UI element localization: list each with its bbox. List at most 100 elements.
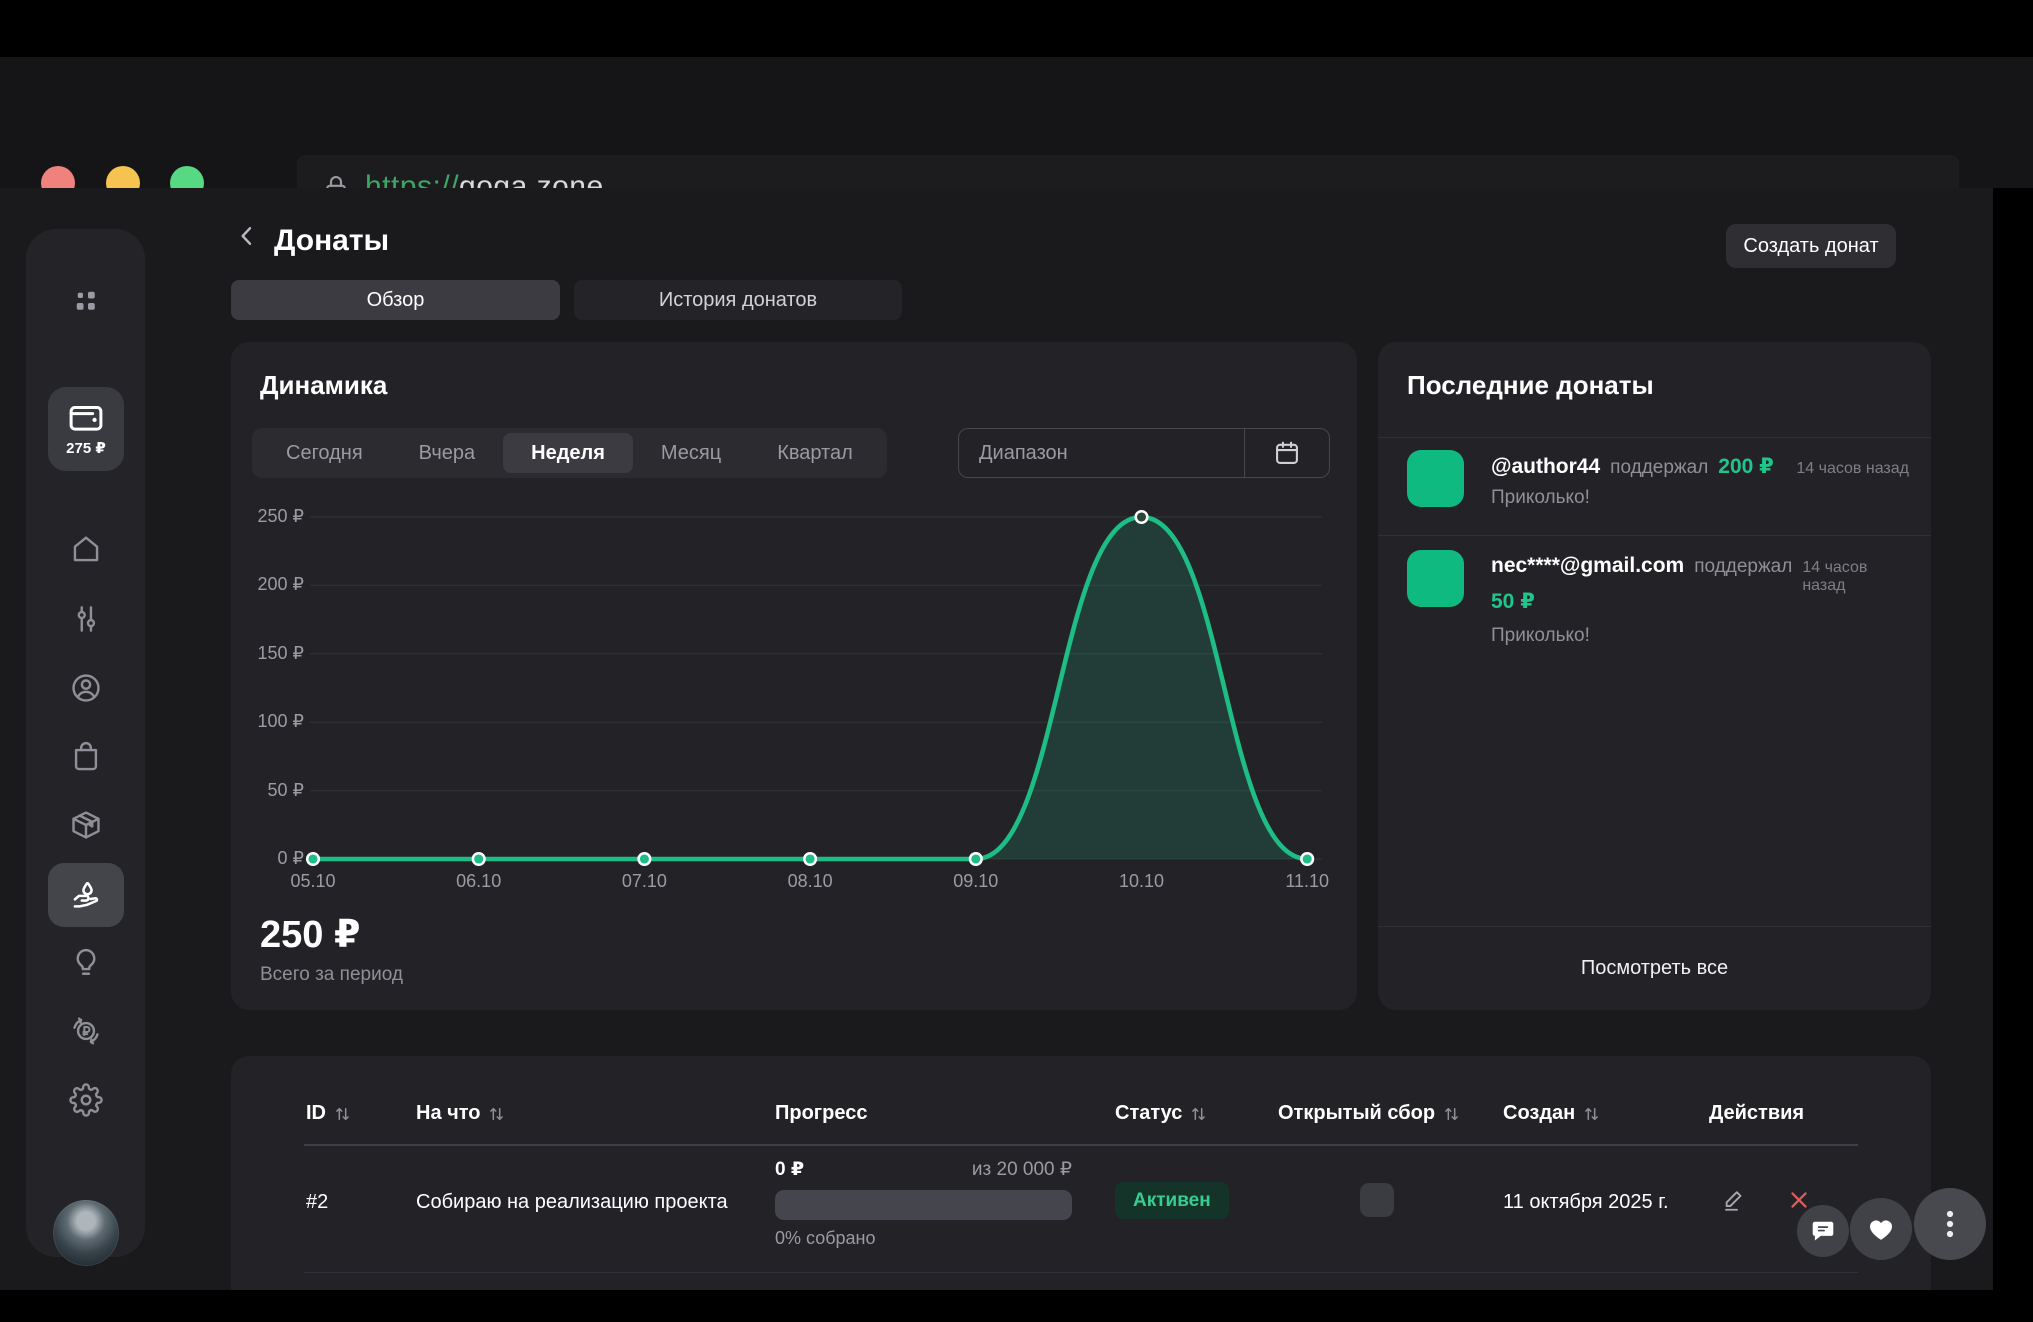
period-total: 250 ₽ <box>260 912 360 957</box>
sidebar-item-settings[interactable] <box>26 1080 145 1120</box>
sidebar-item-filters[interactable] <box>26 599 145 639</box>
sidebar-item-profile[interactable] <box>26 668 145 708</box>
sidebar-item-wallet[interactable]: 275 ₽ <box>48 387 124 471</box>
period-yesterday[interactable]: Вчера <box>391 433 503 473</box>
donations-table-card: ID На что Прогресс Статус Открытый сбор … <box>231 1056 1931 1290</box>
period-quarter[interactable]: Квартал <box>749 433 881 473</box>
filters-icon <box>69 602 103 636</box>
chart-plot: 05.1006.1007.1008.1009.1010.1011.10 <box>270 500 1350 900</box>
sort-icon <box>488 1105 505 1123</box>
sidebar-item-home[interactable] <box>26 529 145 569</box>
sidebar-item-donations[interactable] <box>48 863 124 927</box>
sidebar-item-products[interactable] <box>26 805 145 845</box>
divider <box>1378 437 1931 438</box>
dynamics-card: Динамика Сегодня Вчера Неделя Месяц Квар… <box>231 342 1357 1010</box>
chat-fab-button[interactable] <box>1797 1205 1849 1257</box>
tab-history[interactable]: История донатов <box>574 280 902 320</box>
chart-data-point <box>307 853 319 865</box>
date-range-input[interactable]: Диапазон <box>958 428 1330 478</box>
package-icon <box>69 808 103 842</box>
row-divider <box>304 1272 1858 1273</box>
donor-name: @author44 <box>1491 455 1600 479</box>
status-badge: Активен <box>1115 1182 1229 1219</box>
column-label: Статус <box>1115 1102 1182 1125</box>
sort-icon <box>1583 1105 1600 1123</box>
x-tick-label: 10.10 <box>1097 871 1187 892</box>
cell-purpose: Собираю на реализацию проекта <box>416 1191 728 1214</box>
home-icon <box>69 532 103 566</box>
app-window: 275 ₽ <box>0 188 1993 1290</box>
back-button[interactable] <box>234 216 268 256</box>
profile-icon <box>69 671 103 705</box>
open-collection-checkbox[interactable] <box>1360 1183 1394 1217</box>
period-segmented-control: Сегодня Вчера Неделя Месяц Квартал <box>252 428 887 478</box>
donor-avatar <box>1407 550 1464 607</box>
column-header-id[interactable]: ID <box>306 1102 351 1125</box>
donation-action: поддержал <box>1610 457 1708 479</box>
heart-icon <box>1866 1214 1896 1244</box>
chart-data-point <box>804 853 816 865</box>
progress-target: из 20 000 ₽ <box>972 1158 1072 1181</box>
user-avatar[interactable] <box>53 1200 119 1266</box>
tab-overview[interactable]: Обзор <box>231 280 560 320</box>
page-title: Донаты <box>274 224 389 258</box>
donation-action: поддержал <box>1694 556 1792 578</box>
dynamics-chart-svg <box>270 500 1350 900</box>
column-header-status[interactable]: Статус <box>1115 1102 1207 1125</box>
cell-id: #2 <box>306 1191 328 1214</box>
period-week[interactable]: Неделя <box>503 433 633 473</box>
kebab-menu-icon <box>1932 1206 1968 1242</box>
page: https://goga.zone 275 ₽ <box>0 0 2033 1322</box>
donations-icon <box>68 877 104 913</box>
calendar-icon <box>1273 439 1301 467</box>
sort-icon <box>334 1105 351 1123</box>
column-header-created[interactable]: Создан <box>1503 1102 1600 1125</box>
column-label: Прогресс <box>775 1102 867 1125</box>
lightbulb-icon <box>69 945 103 979</box>
period-month[interactable]: Месяц <box>633 433 749 473</box>
create-donation-button[interactable]: Создать донат <box>1726 224 1896 268</box>
sidebar: 275 ₽ <box>26 229 145 1257</box>
chart-data-point <box>473 853 485 865</box>
donation-amount: 50 ₽ <box>1491 589 1535 614</box>
period-today[interactable]: Сегодня <box>258 433 391 473</box>
sidebar-item-ideas[interactable] <box>26 942 145 982</box>
x-tick-label: 11.10 <box>1262 871 1352 892</box>
chart-data-point <box>1136 511 1148 523</box>
browser-chrome: https://goga.zone <box>0 57 2033 188</box>
dynamics-title: Динамика <box>260 370 387 401</box>
donation-time: 14 часов назад <box>1796 460 1909 478</box>
cell-created: 11 октября 2025 г. <box>1503 1191 1669 1214</box>
view-all-button[interactable]: Посмотреть все <box>1378 926 1931 1010</box>
progress-current: 0 ₽ <box>775 1158 804 1181</box>
more-menu-fab-button[interactable] <box>1914 1188 1986 1260</box>
column-label: Создан <box>1503 1102 1575 1125</box>
ruble-exchange-icon <box>69 1014 103 1048</box>
chevron-left-icon <box>234 221 260 251</box>
column-label: На что <box>416 1102 480 1125</box>
sidebar-item-payouts[interactable] <box>26 1011 145 1051</box>
x-tick-label: 09.10 <box>931 871 1021 892</box>
table-header-divider <box>304 1144 1858 1146</box>
recent-donations-card: Последние донаты @author44 поддержал 200… <box>1378 342 1931 1010</box>
column-header-open-collection[interactable]: Открытый сбор <box>1278 1102 1460 1125</box>
date-range-placeholder: Диапазон <box>979 442 1244 465</box>
like-fab-button[interactable] <box>1850 1198 1912 1260</box>
donation-amount: 200 ₽ <box>1718 454 1773 479</box>
chart-data-point <box>639 853 651 865</box>
divider <box>1378 535 1931 536</box>
sidebar-item-shop[interactable] <box>26 736 145 776</box>
recent-title: Последние донаты <box>1407 370 1654 401</box>
x-tick-label: 07.10 <box>599 871 689 892</box>
settings-gear-icon <box>69 1083 103 1117</box>
donation-message: Приколько! <box>1491 487 1590 509</box>
donor-avatar <box>1407 450 1464 507</box>
chat-bubble-icon <box>1810 1218 1836 1244</box>
column-label: Открытый сбор <box>1278 1102 1435 1125</box>
column-header-purpose[interactable]: На что <box>416 1102 505 1125</box>
sidebar-item-apps[interactable] <box>26 281 145 321</box>
progress-bar <box>775 1190 1072 1220</box>
edit-button[interactable] <box>1714 1180 1754 1220</box>
apps-grid-icon <box>71 286 101 316</box>
calendar-button[interactable] <box>1245 439 1329 467</box>
